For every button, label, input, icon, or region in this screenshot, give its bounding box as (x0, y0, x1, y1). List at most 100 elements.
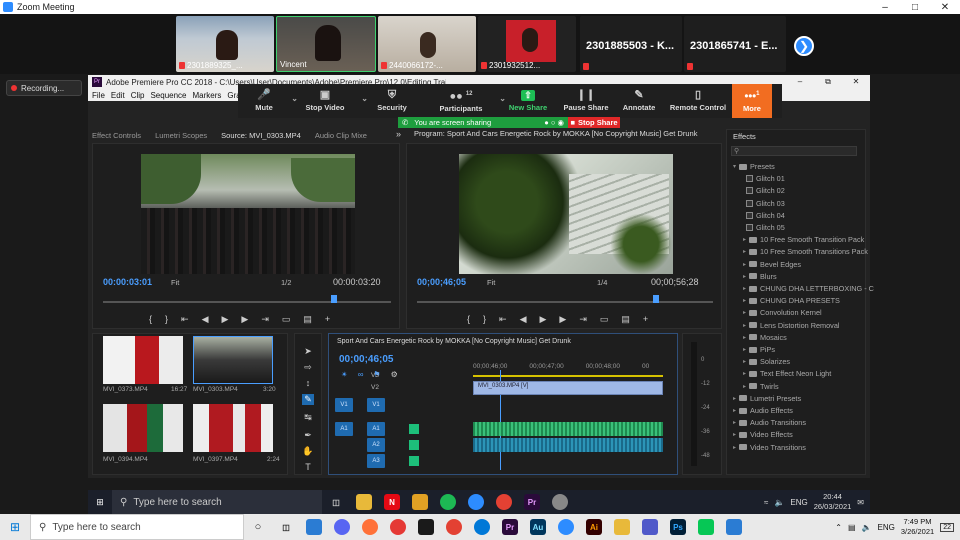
line-icon[interactable] (698, 519, 714, 535)
app-icon[interactable] (418, 519, 434, 535)
mark-out-icon[interactable]: } (165, 314, 168, 325)
effect-preset-item[interactable]: Glitch 03 (743, 199, 785, 208)
source-timecode[interactable]: 00:00:03:01 (103, 277, 152, 287)
chevron-right-icon[interactable]: ▸ (733, 407, 736, 414)
mark-in-icon[interactable]: { (467, 314, 470, 325)
source-fit-select[interactable]: Fit (171, 278, 179, 287)
step-forward-icon[interactable]: ▶ (241, 314, 248, 325)
illustrator-icon[interactable]: Ai (586, 519, 602, 535)
source-scrubber[interactable] (103, 301, 391, 303)
zoom-icon[interactable] (468, 494, 484, 510)
tab-source[interactable]: Source: MVI_0303.MP4 (221, 131, 301, 140)
add-button-icon[interactable]: + (325, 314, 330, 325)
go-to-out-icon[interactable]: ⇥ (579, 314, 587, 325)
chevron-right-icon[interactable]: ▸ (733, 431, 736, 438)
close-icon[interactable]: ✕ (842, 77, 870, 87)
chevron-right-icon[interactable]: ▸ (733, 419, 736, 426)
program-playhead[interactable] (653, 295, 659, 303)
track-target-a1[interactable]: A1 (335, 422, 353, 436)
effect-folder-item[interactable]: ▸ PiPs (743, 345, 775, 354)
effect-folder-item[interactable]: ▾ Presets (733, 162, 775, 171)
chevron-right-icon[interactable]: ▸ (743, 370, 746, 377)
stop-share-button[interactable]: ■ Stop Share (568, 117, 620, 128)
menu-file[interactable]: File (92, 91, 105, 100)
maximize-icon[interactable]: □ (900, 2, 930, 13)
step-back-icon[interactable]: ◀ (202, 314, 209, 325)
tab-effect-controls[interactable]: Effect Controls (92, 131, 141, 140)
task-view-icon[interactable]: ◫ (278, 519, 294, 535)
pause-share-button[interactable]: ❙❙ Pause Share (558, 84, 614, 118)
chevron-right-icon[interactable]: ▸ (743, 273, 746, 280)
windows-start-icon[interactable]: ⊞ (88, 497, 112, 508)
program-scrubber[interactable] (417, 301, 713, 303)
insert-icon[interactable]: ▭ (282, 314, 291, 325)
effect-folder-item[interactable]: ▸ Text Effect Neon Light (743, 369, 831, 378)
app-icon[interactable] (390, 519, 406, 535)
chrome-icon[interactable] (496, 494, 512, 510)
effects-tab[interactable]: Effects (733, 132, 756, 141)
audio-clip-a1[interactable] (473, 422, 663, 436)
source-ratio-select[interactable]: 1/2 (281, 278, 291, 287)
task-view-icon[interactable]: ◫ (328, 494, 344, 510)
menu-edit[interactable]: Edit (111, 91, 125, 100)
effect-folder-item[interactable]: ▸ 10 Free Smooth Transition Pack (743, 235, 864, 244)
edge-icon[interactable] (474, 519, 490, 535)
effect-preset-item[interactable]: Glitch 04 (743, 211, 785, 220)
mute-track-button[interactable] (409, 424, 419, 434)
recording-indicator[interactable]: Recording... (6, 80, 82, 96)
chevron-right-icon[interactable]: ▸ (743, 322, 746, 329)
track-select-tool-icon[interactable]: ⇨ (302, 362, 314, 373)
premiere-icon[interactable]: Pr (502, 519, 518, 535)
effect-folder-item[interactable]: ▸ Lumetri Presets (733, 394, 801, 403)
effect-folder-item[interactable]: ▸ Twirls (743, 382, 779, 391)
razor-tool-icon[interactable]: ✎ (302, 394, 314, 405)
participants-button[interactable]: ●● 12 Participants ⌄ (424, 84, 506, 118)
ripple-edit-tool-icon[interactable]: ↕ (302, 378, 314, 388)
file-explorer-icon[interactable] (614, 519, 630, 535)
effect-preset-item[interactable]: Glitch 02 (743, 186, 785, 195)
mute-button[interactable]: 🎤 Mute ⌄ (238, 84, 298, 118)
slip-tool-icon[interactable]: ↹ (302, 412, 314, 423)
teams-icon[interactable] (642, 519, 658, 535)
effect-folder-item[interactable]: ▸ Audio Transitions (733, 418, 806, 427)
project-clip-thumbnail[interactable] (103, 336, 183, 384)
chevron-right-icon[interactable]: ▸ (743, 248, 746, 255)
program-tab[interactable]: Program: Sport And Cars Energetic Rock b… (414, 129, 697, 138)
effect-preset-item[interactable]: Glitch 01 (743, 174, 785, 183)
app-icon[interactable] (412, 494, 428, 510)
chevron-right-icon[interactable]: ▸ (743, 285, 746, 292)
minimize-icon[interactable]: – (870, 2, 900, 13)
taskbar-search-box[interactable]: ⚲ Type here to search (30, 514, 244, 540)
audio-clip-a2[interactable] (473, 438, 663, 452)
menu-markers[interactable]: Markers (193, 91, 222, 100)
chevron-right-icon[interactable]: ▸ (733, 444, 736, 451)
participant-tile[interactable]: 2301885503 - K... (580, 16, 682, 72)
premiere-icon[interactable]: Pr (524, 494, 540, 510)
program-timecode[interactable]: 00;00;46;05 (417, 277, 466, 287)
tab-lumetri-scopes[interactable]: Lumetri Scopes (155, 131, 207, 140)
play-icon[interactable]: ▶ (222, 314, 229, 325)
stop-video-button[interactable]: ▣ Stop Video ⌄ (290, 84, 368, 118)
speaker-icon[interactable]: 🔈 (774, 498, 784, 507)
notification-badge[interactable]: 22 (940, 522, 954, 532)
menu-clip[interactable]: Clip (131, 91, 145, 100)
panel-expand-icon[interactable]: » (396, 129, 401, 139)
effect-folder-item[interactable]: ▸ Solarizes (743, 357, 790, 366)
overwrite-icon[interactable]: ▤ (303, 314, 312, 325)
minimize-icon[interactable]: – (786, 77, 814, 87)
selection-tool-icon[interactable]: ➤ (302, 346, 314, 357)
participant-tile[interactable]: 2301889325_... (176, 16, 274, 72)
mute-track-button[interactable] (409, 456, 419, 466)
chevron-right-icon[interactable]: ▸ (743, 261, 746, 268)
effect-preset-item[interactable]: Glitch 05 (743, 223, 785, 232)
effect-folder-item[interactable]: ▸ Mosaics (743, 333, 787, 342)
annotate-button[interactable]: ✎ Annotate (614, 84, 664, 118)
network-icon[interactable]: ▤ (848, 523, 856, 532)
timeline-timecode[interactable]: 00;00;46;05 (339, 354, 393, 365)
chevron-up-icon[interactable]: ⌃ (835, 523, 842, 532)
app-icon[interactable] (552, 494, 568, 510)
audition-icon[interactable]: Au (530, 519, 546, 535)
work-area-bar[interactable] (473, 375, 663, 377)
close-icon[interactable]: ✕ (930, 2, 960, 13)
track-header-v3[interactable]: V3 (371, 372, 379, 379)
